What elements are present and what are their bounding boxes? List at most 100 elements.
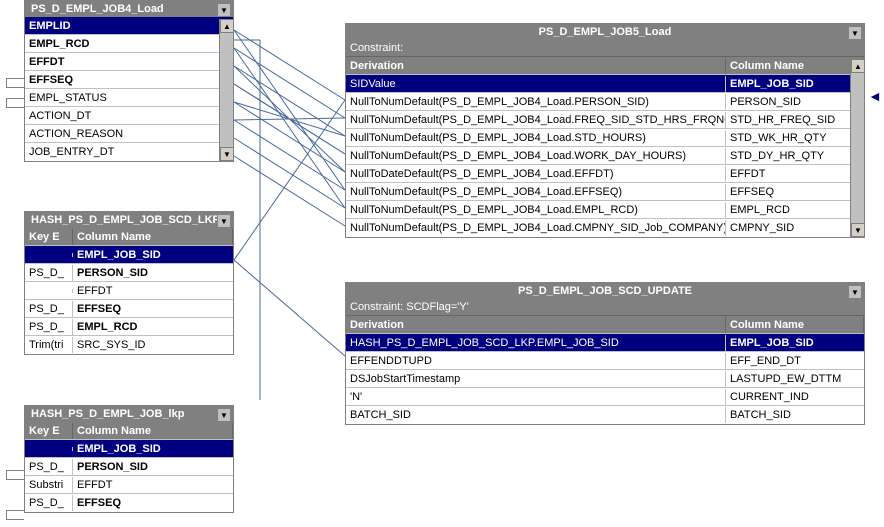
cell-column: EFFSEQ: [726, 184, 864, 200]
scrollbar[interactable]: ▲ ▼: [219, 19, 233, 161]
derivation-row[interactable]: DSJobStartTimestampLASTUPD_EW_DTTM: [346, 370, 864, 388]
stage-job-lkp[interactable]: HASH_PS_D_EMPL_JOB_lkp ▼ Key E Column Na…: [24, 405, 234, 513]
cell-derivation: HASH_PS_D_EMPL_JOB_SCD_LKP.EMPL_JOB_SID: [346, 335, 726, 351]
derivation-row[interactable]: SIDValueEMPL_JOB_SID: [346, 75, 864, 93]
cell-column: EFFDT: [726, 166, 864, 182]
table-row[interactable]: EMPL_JOB_SID: [25, 246, 233, 264]
panel-title[interactable]: PS_D_EMPL_JOB4_Load ▼: [25, 1, 233, 17]
table-row[interactable]: PS_D_EFFSEQ: [25, 300, 233, 318]
cell-column: EFFSEQ: [73, 301, 233, 317]
scrollbar[interactable]: ▲ ▼: [850, 59, 864, 237]
table-row[interactable]: PS_D_PERSON_SID: [25, 264, 233, 282]
table-row[interactable]: PS_D_EMPL_RCD: [25, 318, 233, 336]
header-key: Key E: [25, 229, 73, 245]
column-header: Derivation Column Name: [346, 316, 864, 334]
cell-derivation: 'N': [346, 389, 726, 405]
cell-column: SRC_SYS_ID: [73, 337, 233, 353]
column-name: ACTION_REASON: [25, 126, 233, 142]
cell-derivation: NullToNumDefault(PS_D_EMPL_JOB4_Load.EFF…: [346, 184, 726, 200]
header-derivation: Derivation: [346, 317, 726, 333]
derivation-row[interactable]: NullToNumDefault(PS_D_EMPL_JOB4_Load.FRE…: [346, 111, 864, 129]
header-column: Column Name: [726, 317, 864, 333]
derivation-row[interactable]: NullToNumDefault(PS_D_EMPL_JOB4_Load.EFF…: [346, 183, 864, 201]
column-row[interactable]: ACTION_REASON: [25, 125, 233, 143]
scroll-down-icon[interactable]: ▼: [848, 26, 862, 40]
derivation-row[interactable]: NullToNumDefault(PS_D_EMPL_JOB4_Load.PER…: [346, 93, 864, 111]
panel-title[interactable]: PS_D_EMPL_JOB_SCD_UPDATE ▼: [346, 283, 864, 299]
column-name: EMPLID: [25, 18, 233, 34]
column-row[interactable]: JOB_ENTRY_DT: [25, 143, 233, 161]
connector-stub: [6, 510, 24, 520]
cell-key: [25, 253, 73, 257]
cell-column: PERSON_SID: [726, 94, 864, 110]
title-text: PS_D_EMPL_JOB_SCD_UPDATE: [518, 285, 692, 297]
connector-stub: [6, 470, 24, 480]
column-row[interactable]: EMPL_RCD: [25, 35, 233, 53]
cell-derivation: BATCH_SID: [346, 407, 726, 423]
stage-scd-lkp[interactable]: HASH_PS_D_EMPL_JOB_SCD_LKP ▼ Key E Colum…: [24, 211, 234, 355]
scroll-down-icon[interactable]: ▼: [217, 3, 231, 17]
derivation-row[interactable]: NullToNumDefault(PS_D_EMPL_JOB4_Load.WOR…: [346, 147, 864, 165]
derivation-row[interactable]: NullToDateDefault(PS_D_EMPL_JOB4_Load.EF…: [346, 165, 864, 183]
panel-title[interactable]: PS_D_EMPL_JOB5_Load ▼: [346, 24, 864, 40]
cell-column: LASTUPD_EW_DTTM: [726, 371, 864, 387]
scroll-up-icon[interactable]: ▲: [851, 59, 865, 73]
column-row[interactable]: EMPLID: [25, 17, 233, 35]
row-list: EMPL_JOB_SIDPS_D_PERSON_SIDEFFDTPS_D_EFF…: [25, 246, 233, 354]
column-row[interactable]: EFFDT: [25, 53, 233, 71]
cell-column: PERSON_SID: [73, 265, 233, 281]
scroll-down-icon[interactable]: ▼: [217, 408, 231, 422]
cell-key: [25, 289, 73, 293]
cell-column: STD_HR_FREQ_SID: [726, 112, 864, 128]
cell-derivation: NullToDateDefault(PS_D_EMPL_JOB4_Load.EF…: [346, 166, 726, 182]
scroll-down-icon[interactable]: ▼: [217, 214, 231, 228]
title-text: PS_D_EMPL_JOB5_Load: [539, 26, 672, 38]
derivation-row[interactable]: NullToNumDefault(PS_D_EMPL_JOB4_Load.CMP…: [346, 219, 864, 237]
stage-scd-update[interactable]: PS_D_EMPL_JOB_SCD_UPDATE ▼ Constraint: S…: [345, 282, 865, 425]
panel-title[interactable]: HASH_PS_D_EMPL_JOB_lkp ▼: [25, 406, 233, 422]
connector-stub: [6, 78, 24, 88]
scroll-down-icon[interactable]: ▼: [848, 285, 862, 299]
cell-derivation: NullToNumDefault(PS_D_EMPL_JOB4_Load.STD…: [346, 130, 726, 146]
table-row[interactable]: Trim(triSRC_SYS_ID: [25, 336, 233, 354]
table-row[interactable]: PS_D_EFFSEQ: [25, 494, 233, 512]
scroll-down-icon[interactable]: ▼: [851, 223, 865, 237]
table-row[interactable]: EFFDT: [25, 282, 233, 300]
derivation-row[interactable]: 'N'CURRENT_IND: [346, 388, 864, 406]
cell-column: BATCH_SID: [726, 407, 864, 423]
column-row[interactable]: EFFSEQ: [25, 71, 233, 89]
table-row[interactable]: PS_D_PERSON_SID: [25, 458, 233, 476]
derivation-row[interactable]: NullToNumDefault(PS_D_EMPL_JOB4_Load.STD…: [346, 129, 864, 147]
cell-key: PS_D_: [25, 319, 73, 335]
cell-column: EFFDT: [73, 477, 233, 493]
constraint-row[interactable]: Constraint:: [346, 40, 864, 57]
cell-derivation: NullToNumDefault(PS_D_EMPL_JOB4_Load.PER…: [346, 94, 726, 110]
stage-job5-load[interactable]: PS_D_EMPL_JOB5_Load ▼ Constraint: Deriva…: [345, 23, 865, 238]
panel-title[interactable]: HASH_PS_D_EMPL_JOB_SCD_LKP ▼: [25, 212, 233, 228]
derivation-row[interactable]: NullToNumDefault(PS_D_EMPL_JOB4_Load.EMP…: [346, 201, 864, 219]
table-row[interactable]: SubstriEFFDT: [25, 476, 233, 494]
cell-column: EMPL_JOB_SID: [726, 335, 864, 351]
title-text: HASH_PS_D_EMPL_JOB_SCD_LKP: [31, 214, 220, 226]
derivation-row[interactable]: EFFENDDTUPDEFF_END_DT: [346, 352, 864, 370]
constraint-row[interactable]: Constraint: SCDFlag='Y': [346, 299, 864, 316]
row-list: EMPL_JOB_SIDPS_D_PERSON_SIDSubstriEFFDTP…: [25, 440, 233, 512]
cell-key: Trim(tri: [25, 337, 73, 353]
derivation-row[interactable]: BATCH_SIDBATCH_SID: [346, 406, 864, 424]
cell-derivation: NullToNumDefault(PS_D_EMPL_JOB4_Load.EMP…: [346, 202, 726, 218]
scroll-down-icon[interactable]: ▼: [220, 147, 234, 161]
stage-job4-load[interactable]: PS_D_EMPL_JOB4_Load ▼ EMPLID EMPL_RCDEFFD…: [24, 0, 234, 162]
cell-column: EMPL_JOB_SID: [726, 76, 864, 92]
column-row[interactable]: EMPL_STATUS: [25, 89, 233, 107]
scroll-up-icon[interactable]: ▲: [220, 19, 234, 33]
cell-key: PS_D_: [25, 265, 73, 281]
column-name: EMPL_RCD: [25, 36, 233, 52]
constraint-text: Constraint:: [350, 42, 403, 54]
derivation-row[interactable]: HASH_PS_D_EMPL_JOB_SCD_LKP.EMPL_JOB_SIDE…: [346, 334, 864, 352]
table-row[interactable]: EMPL_JOB_SID: [25, 440, 233, 458]
header-derivation: Derivation: [346, 58, 726, 74]
cell-column: CMPNY_SID: [726, 220, 864, 236]
cell-key: PS_D_: [25, 301, 73, 317]
cell-column: EMPL_JOB_SID: [73, 247, 233, 263]
column-row[interactable]: ACTION_DT: [25, 107, 233, 125]
